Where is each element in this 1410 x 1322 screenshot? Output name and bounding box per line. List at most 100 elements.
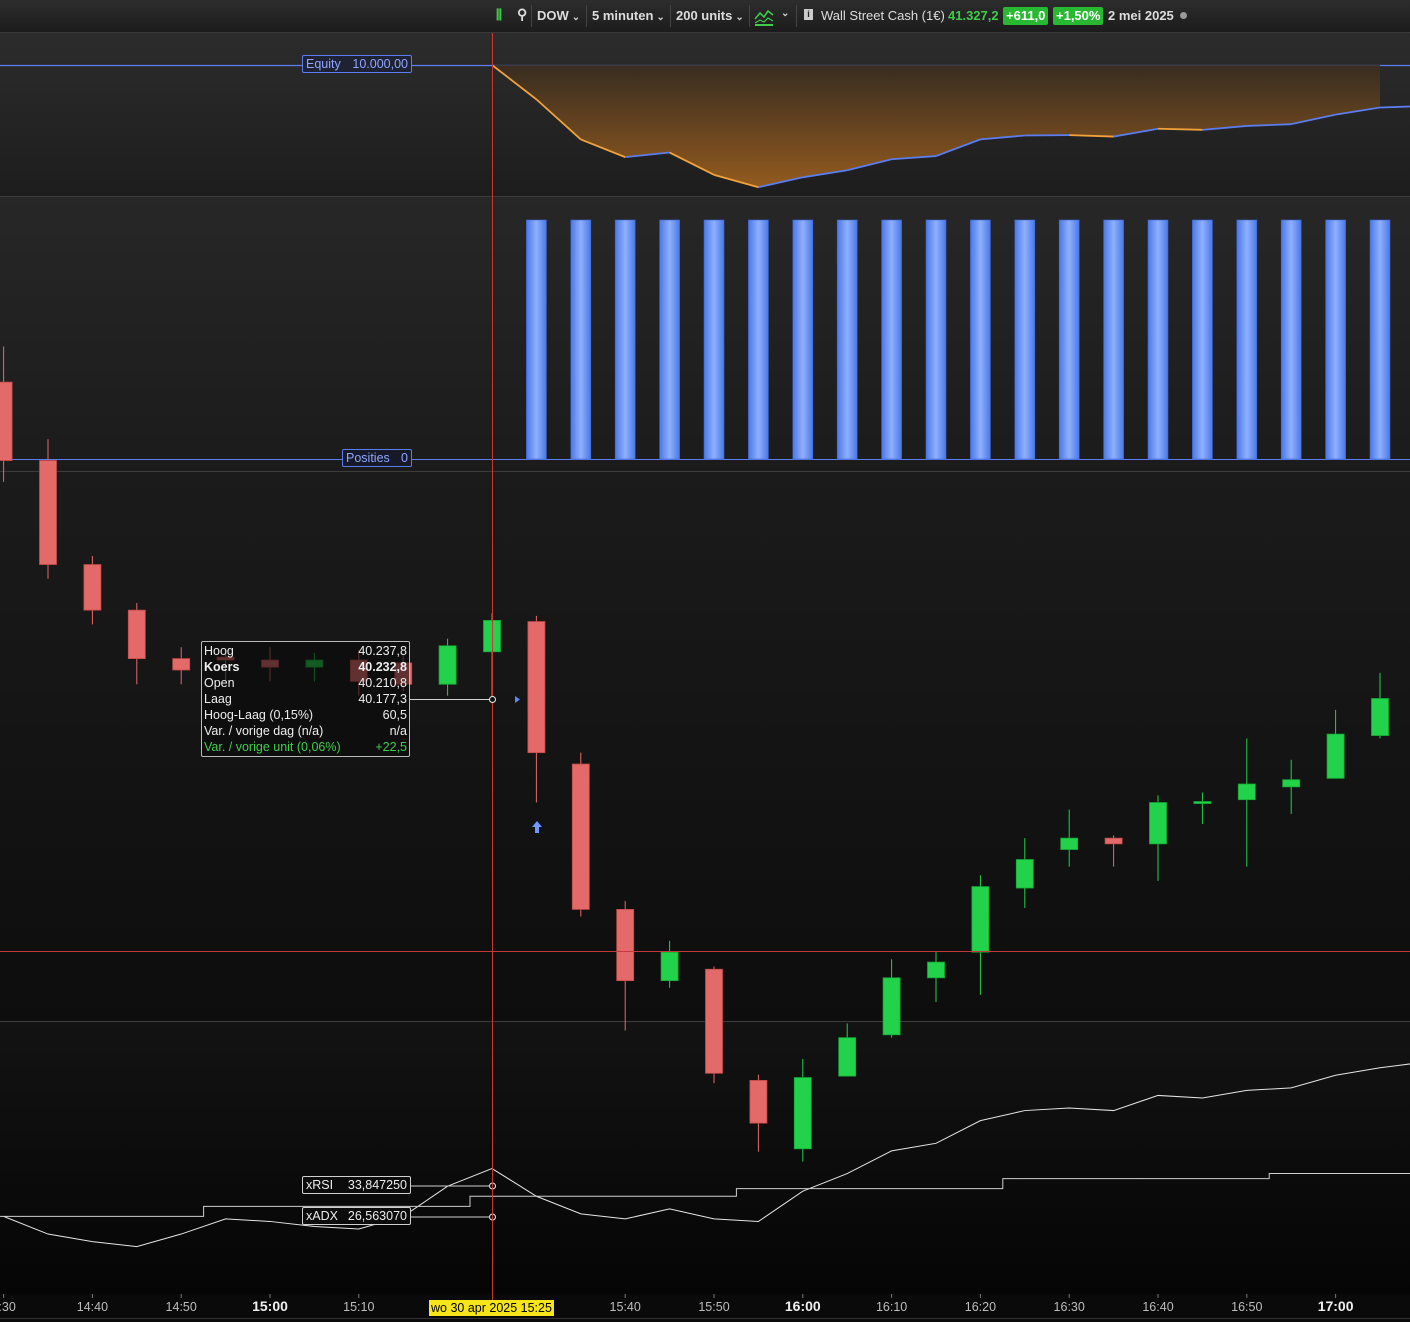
tooltip-label: Hoog-Laag (0,15%) (204, 708, 314, 722)
tooltip-row: Var. / vorige unit (0,06%) +22,5 (204, 739, 407, 755)
last-price: 41.327,2 (948, 8, 999, 23)
candle-body (1015, 859, 1034, 889)
change-pct-badge: +1,50% (1053, 7, 1104, 25)
position-bar (1369, 219, 1391, 460)
x-tick-label: 4:30 (0, 1300, 16, 1314)
positions-label: Posities 0 (342, 449, 412, 467)
position-bar (1236, 219, 1258, 460)
toolbar-divider (586, 5, 587, 27)
info-icon[interactable]: i (804, 9, 813, 20)
candle-body (1371, 698, 1389, 736)
candle-body (438, 645, 457, 685)
x-tick-label: 15:00 (252, 1298, 288, 1314)
x-tick-label: 16:10 (876, 1300, 907, 1314)
indicator-icon[interactable] (753, 5, 775, 30)
candle-body (1060, 837, 1079, 850)
rsi-label-text: xRSI (306, 1178, 334, 1192)
crosshair-marker (489, 696, 496, 703)
tooltip-label: Koers (204, 660, 240, 674)
x-tick-label: 15:40 (610, 1300, 641, 1314)
candle-body (749, 1080, 768, 1124)
positions-label-text: Posities (346, 451, 390, 465)
candle-body (1282, 779, 1301, 788)
position-bar (659, 219, 680, 460)
rsi-label: xRSI 33,847250 (302, 1176, 411, 1194)
tooltip-row: Var. / vorige dag (n/a) n/a (204, 723, 407, 739)
candle-body (39, 460, 57, 565)
position-bar (836, 219, 858, 460)
symbol-select[interactable]: DOW ⌄ (537, 8, 580, 23)
candle-body (793, 1077, 812, 1150)
tooltip-row: Hoog-Laag (0,15%) 60,5 (204, 707, 407, 723)
position-bar (570, 219, 592, 460)
candle-body (705, 968, 723, 1074)
chevron-down-icon[interactable]: ⌄ (781, 8, 789, 19)
tooltip-value: 40.177,3 (358, 692, 407, 706)
x-tick-label: 16:30 (1054, 1300, 1085, 1314)
position-bar (925, 219, 947, 460)
candlestick-icon[interactable]: ⫼ (496, 7, 502, 23)
candle-body (1193, 801, 1212, 804)
equity-value: 10.000,00 (352, 57, 408, 71)
candle-body (838, 1037, 857, 1077)
candle-body (1149, 802, 1167, 845)
candle-body (971, 886, 990, 953)
tooltip-row: Open 40.210,8 (204, 675, 407, 691)
equity-label: Equity 10.000,00 (302, 55, 412, 73)
x-tick-label: 16:00 (785, 1298, 821, 1314)
candle-body (660, 951, 679, 982)
position-bar (1014, 219, 1036, 460)
x-tick-label: 15:10 (343, 1300, 374, 1314)
rsi-value: 33,847250 (347, 1178, 407, 1192)
tooltip-label: Laag (204, 692, 232, 706)
instrument-name: Wall Street Cash (1€) (821, 8, 945, 23)
position-bar (1192, 219, 1213, 460)
candle-body (83, 564, 102, 611)
toolbar-divider (796, 5, 797, 27)
position-bar (881, 219, 902, 460)
toolbar-divider (670, 5, 671, 27)
candle-body (882, 977, 901, 1036)
position-bar (1103, 219, 1124, 460)
position-bar (970, 219, 991, 460)
x-tick-label: 16:20 (965, 1300, 996, 1314)
tooltip-label: Open (204, 676, 235, 690)
tooltip-value: n/a (389, 724, 407, 738)
bulb-icon[interactable]: ⚲ (517, 6, 527, 23)
candle-body (1326, 733, 1345, 779)
candle-body (172, 658, 191, 671)
candle-body (1237, 783, 1256, 801)
equity-line-segment (1379, 105, 1410, 109)
crosshair-date-badge: wo 30 apr 2025 15:25 (429, 1300, 554, 1316)
tooltip-label: Hoog (204, 644, 234, 658)
position-bar (1147, 219, 1169, 460)
tooltip-value: 40.237,8 (358, 644, 407, 658)
candle-body (571, 763, 590, 910)
units-label: 200 units (676, 8, 733, 23)
candle-body (927, 961, 945, 979)
x-tick-label: 16:50 (1231, 1300, 1262, 1314)
candle-body (527, 621, 546, 754)
position-bar (1058, 219, 1080, 460)
toolbar-divider (531, 5, 532, 27)
timeframe-select[interactable]: 5 minuten ⌄ (592, 8, 665, 23)
timeframe-label: 5 minuten (592, 8, 654, 23)
adx-value: 26,563070 (347, 1209, 407, 1223)
positions-value: 0 (401, 451, 408, 465)
position-bar (526, 219, 547, 460)
adx-label: xADX 26,563070 (302, 1207, 411, 1225)
adx-label-text: xADX (306, 1209, 338, 1223)
tooltip-row: Koers 40.232,8 (204, 659, 407, 675)
tooltip-row: Laag 40.177,3 (204, 691, 407, 707)
equity-label-text: Equity (306, 57, 341, 71)
change-badge: +611,0 (1003, 7, 1049, 25)
position-bar (748, 219, 769, 460)
chevron-down-icon: ⌄ (571, 12, 581, 23)
candle-body (1104, 837, 1123, 845)
chevron-down-icon: ⌄ (735, 12, 744, 23)
session-date: 2 mei 2025 (1108, 8, 1174, 23)
units-select[interactable]: 200 units ⌄ (676, 8, 744, 23)
position-bar (1280, 219, 1302, 460)
tooltip-label: Var. / vorige dag (n/a) (204, 724, 324, 738)
chevron-down-icon: ⌄ (656, 12, 665, 23)
